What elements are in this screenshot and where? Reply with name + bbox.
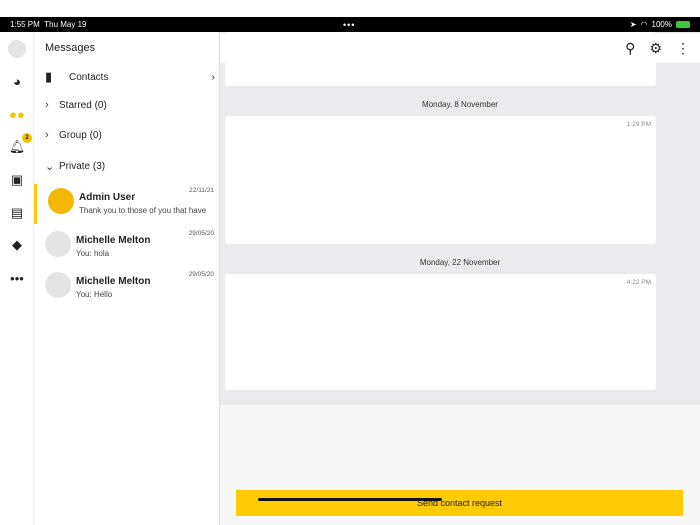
send-contact-request-button[interactable]: Send contact request: [236, 490, 683, 516]
conversation-name: Michelle Melton: [76, 276, 151, 287]
battery-icon: [676, 21, 690, 28]
avatar: [45, 272, 71, 298]
conversation-preview: You: hola: [76, 249, 110, 258]
id-card-icon[interactable]: ▤: [8, 204, 26, 222]
group-private[interactable]: ⌄ Private (3): [45, 160, 105, 173]
chevron-right-icon: ›: [211, 71, 215, 83]
message-bubble: 1:29 PM: [225, 116, 656, 244]
day-separator: Monday, 22 November: [419, 258, 501, 267]
multitask-dots-icon[interactable]: •••: [343, 20, 355, 30]
tags-icon[interactable]: ◆: [8, 236, 26, 254]
chevron-down-icon: ⌄: [45, 161, 55, 173]
chevron-right-icon: ›: [45, 129, 49, 141]
dashboard-icon[interactable]: ◕: [8, 72, 26, 90]
message-time: 1:29 PM: [626, 121, 651, 128]
status-date: Thu May 19: [44, 20, 87, 29]
header-actions: ⚲ ⚙ ⋮: [625, 40, 690, 57]
group-label: Private (3): [59, 161, 106, 172]
chat-footer: Send contact request: [220, 405, 700, 525]
chat-icon[interactable]: ●●: [8, 105, 26, 123]
conversation-name: Admin User: [79, 192, 136, 203]
location-icon: ➤: [629, 20, 637, 29]
group-starred[interactable]: › Starred (0): [45, 99, 107, 111]
bell-icon[interactable]: 🔔︎ 2: [8, 133, 32, 156]
conversation-date: 29/05/20: [188, 230, 214, 237]
status-time: 1:55 PM: [10, 20, 40, 29]
avatar: [45, 231, 71, 257]
group-group[interactable]: › Group (0): [45, 129, 102, 141]
chat-area: Monday, 8 November 1:29 PM Monday, 22 No…: [220, 32, 700, 525]
page-title: Messages: [45, 42, 96, 54]
address-book-icon: ▮: [45, 69, 53, 84]
conversation-date: 29/05/20: [188, 271, 214, 278]
contacts-row[interactable]: ▮ Contacts ›: [45, 69, 215, 85]
calendar-icon[interactable]: ▣: [8, 171, 26, 189]
conversation-item[interactable]: Michelle Melton You: hola 29/05/20: [34, 227, 220, 267]
profile-avatar[interactable]: [8, 40, 26, 58]
messages-panel: Messages ▮ Contacts › › Starred (0) › Grou…: [34, 32, 220, 525]
nav-rail: ◕ ●● 🔔︎ 2 ▣ ▤ ◆ •••: [0, 32, 34, 525]
more-vertical-icon[interactable]: ⋮: [676, 40, 690, 57]
conversation-date: 22/11/21: [189, 187, 214, 194]
conversation-preview: You: Hello: [76, 290, 113, 299]
group-label: Starred (0): [59, 99, 107, 111]
message-time: 4:22 PM: [626, 279, 651, 286]
battery-percent: 100%: [651, 20, 672, 29]
conversation-item[interactable]: Michelle Melton You: Hello 29/05/20: [34, 268, 220, 308]
status-bar: 1:55 PM Thu May 19 ••• ➤ ◠ 100%: [0, 17, 700, 32]
conversation-preview: Thank you to those of you that have: [79, 206, 207, 215]
conversation-item[interactable]: Admin User Thank you to those of you tha…: [34, 184, 220, 224]
wifi-icon: ◠: [640, 20, 648, 29]
group-label: Group (0): [59, 129, 102, 141]
notification-badge: 2: [22, 133, 32, 143]
gear-icon[interactable]: ⚙: [649, 40, 662, 57]
contacts-label: Contacts: [69, 71, 109, 83]
message-bubble: 4:22 PM: [225, 274, 656, 390]
home-indicator: [258, 498, 442, 501]
day-separator: Monday, 8 November: [422, 100, 498, 109]
search-icon[interactable]: ⚲: [625, 40, 635, 57]
chevron-right-icon: ›: [45, 99, 49, 111]
conversation-name: Michelle Melton: [76, 235, 151, 246]
more-icon[interactable]: •••: [8, 269, 26, 287]
avatar: [48, 188, 74, 214]
